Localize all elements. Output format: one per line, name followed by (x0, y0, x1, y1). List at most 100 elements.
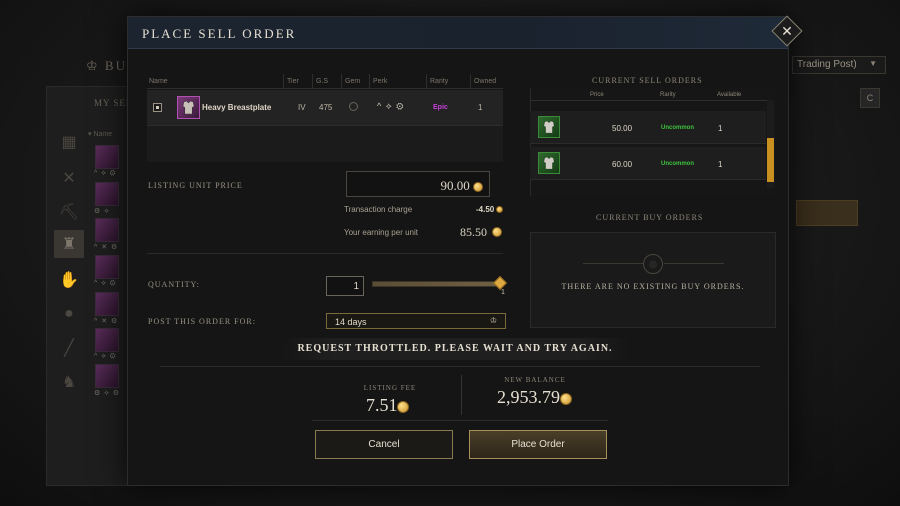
footer-divider (160, 366, 760, 367)
col-name: Name (149, 78, 168, 85)
col-tier: Tier (287, 78, 299, 85)
transaction-charge-value: -4.50 (476, 205, 495, 214)
footer-vertical-divider (461, 375, 462, 415)
col-gs: G.S (316, 78, 329, 85)
buy-orders-panel (530, 232, 776, 328)
background-highlight (796, 200, 858, 226)
chevron-down-icon: ▼ (869, 59, 877, 68)
earning-label: Your earning per unit (344, 228, 418, 237)
bag-icon[interactable]: ● (54, 300, 84, 328)
column-divider (283, 74, 284, 88)
armor-icon[interactable]: ♜ (54, 230, 84, 258)
item-name: Heavy Breastplate (202, 103, 272, 112)
rod-icon[interactable]: ╱ (54, 334, 84, 362)
sell-orders-title: CURRENT SELL ORDERS (592, 76, 703, 85)
sell-order-available: 1 (718, 124, 723, 133)
coin-icon (473, 182, 483, 193)
breastplate-icon (538, 152, 560, 174)
quantity-slider[interactable] (372, 281, 500, 287)
background-item-perks: ^ ⟡ ⚙ (94, 280, 117, 287)
col-rarity: Rarity (430, 78, 449, 85)
item-tier: IV (298, 103, 306, 112)
earning-value: 85.50 (460, 225, 487, 239)
listing-fee-label: LISTING FEE (363, 384, 417, 392)
sell-order-row[interactable] (530, 147, 766, 180)
background-item[interactable] (95, 182, 119, 206)
background-item-perks: ⚙ ⟡ (94, 208, 110, 215)
breastplate-icon (177, 96, 200, 119)
coin-icon (397, 401, 409, 413)
modal-title: PLACE SELL ORDER (142, 26, 297, 41)
so-col-price: Price (590, 92, 604, 98)
quantity-max: 1 (501, 289, 505, 296)
chair-icon[interactable]: ♞ (54, 368, 84, 396)
new-balance-value: 2,953.79 (497, 387, 560, 407)
coin-icon (496, 206, 503, 213)
item-rarity: Epic (433, 104, 448, 111)
sell-order-rarity: Uncommon (661, 161, 694, 167)
place-order-button[interactable]: Place Order (469, 430, 607, 459)
col-owned: Owned (474, 78, 497, 85)
background-item-perks: ^ ⟡ ⚙ (94, 353, 117, 360)
breastplate-icon (538, 116, 560, 138)
column-divider (341, 74, 342, 88)
background-item[interactable] (95, 255, 119, 279)
sell-order-row[interactable] (530, 111, 766, 144)
ornament-line (664, 263, 724, 264)
perk-icons: ^ ⟡ ⚙ (377, 101, 405, 111)
item-gear-score: 475 (319, 103, 333, 112)
sell-order-price: 50.00 (612, 124, 633, 133)
column-divider (369, 74, 370, 88)
sell-order-available: 1 (718, 160, 723, 169)
coin-icon (560, 393, 572, 405)
footer-divider (312, 420, 608, 421)
transaction-charge-label: Transaction charge (344, 205, 413, 214)
modal-header: PLACE SELL ORDER (128, 17, 788, 49)
listing-price-label: LISTING UNIT PRICE (148, 181, 243, 190)
coin-icon (492, 227, 502, 237)
empty-gem-socket-icon (349, 102, 358, 111)
background-item-perks: ^ ⟡ ⚙ (94, 170, 117, 177)
close-icon[interactable]: ✕ (776, 20, 798, 42)
section-divider (147, 253, 503, 254)
column-divider (312, 74, 313, 88)
listing-price-value: 90.00 (440, 178, 470, 193)
quantity-label: QUANTITY: (148, 280, 200, 289)
background-button[interactable]: C (860, 88, 880, 108)
emblem-icon: ◎ (643, 254, 663, 274)
background-item[interactable] (95, 292, 119, 316)
sell-orders-header-line (530, 100, 770, 101)
chevron-down-icon: ♔ (489, 316, 497, 325)
background-item[interactable] (95, 364, 119, 388)
listing-fee-value: 7.51 (366, 395, 398, 415)
background-dropdown[interactable]: Trading Post) ▼ (792, 56, 886, 74)
item-owned: 1 (478, 103, 483, 112)
duration-dropdown[interactable]: 14 days ♔ (326, 313, 506, 329)
background-item[interactable] (95, 218, 119, 242)
column-divider (426, 74, 427, 88)
sell-orders-scrollbar[interactable] (767, 138, 774, 182)
notification-text: REQUEST THROTTLED. PLEASE WAIT AND TRY A… (297, 343, 613, 354)
background-item-perks: ⚙ ⟡ ⚙ (94, 390, 121, 397)
pickaxe-icon[interactable]: ⛏ (54, 198, 84, 226)
gloves-icon[interactable]: ✋ (54, 266, 84, 294)
tools-icon[interactable]: ✕ (54, 164, 84, 192)
background-item-perks: ^ ✕ ⚙ (94, 318, 119, 325)
item-checkbox[interactable] (153, 103, 162, 112)
ornament-line (583, 263, 643, 264)
new-balance-label: NEW BALANCE (504, 376, 566, 384)
background-item[interactable] (95, 145, 119, 169)
background-item[interactable] (95, 328, 119, 352)
so-col-available: Available (717, 92, 742, 98)
sell-order-rarity: Uncommon (661, 125, 694, 131)
grid-icon[interactable]: ▦ (54, 128, 84, 156)
item-list-area (147, 126, 503, 162)
col-perk: Perk (373, 78, 388, 85)
background-item-perks: ^ ✕ ⚙ (94, 244, 119, 251)
quantity-input[interactable]: 1 (326, 276, 364, 296)
sell-order-price: 60.00 (612, 160, 633, 169)
table-header-line (147, 88, 503, 89)
listing-price-input[interactable]: 90.00 (346, 171, 490, 197)
cancel-button[interactable]: Cancel (315, 430, 453, 459)
duration-value: 14 days (335, 317, 367, 327)
